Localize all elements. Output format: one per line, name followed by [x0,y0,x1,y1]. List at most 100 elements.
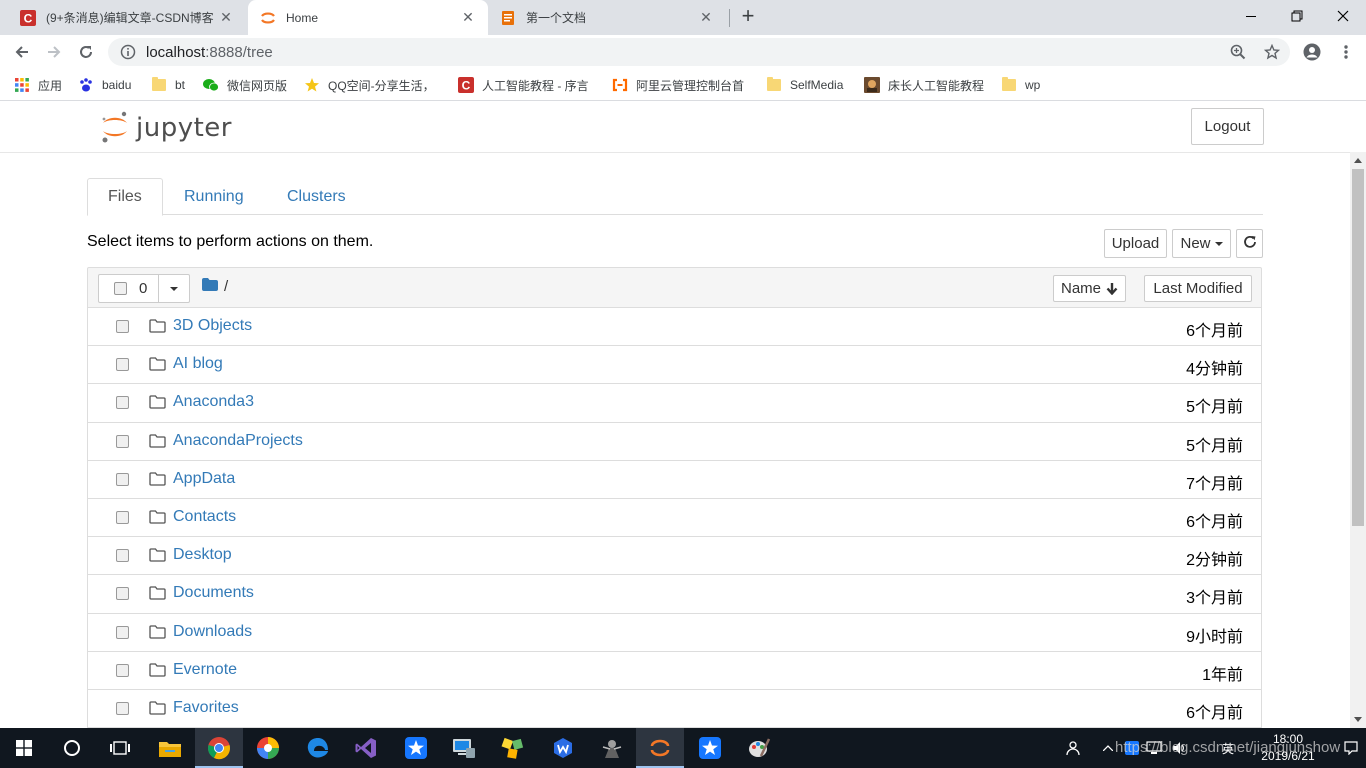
table-row[interactable]: Desktop 2分钟前 [87,537,1262,576]
folder-link[interactable]: AI blog [173,355,223,373]
table-row[interactable]: Evernote 1年前 [87,651,1262,690]
table-row[interactable]: Downloads 9小时前 [87,613,1262,652]
reload-icon[interactable] [73,39,99,65]
logout-button[interactable]: Logout [1191,108,1264,145]
windows-start-icon[interactable] [0,728,48,768]
file-explorer-icon[interactable] [146,728,194,768]
row-checkbox[interactable] [116,663,129,677]
row-checkbox[interactable] [116,701,129,715]
star-app-icon[interactable] [392,728,440,768]
bookmark-selfmedia[interactable]: SelfMedia [766,76,843,94]
bookmark-aliyun[interactable]: 阿里云管理控制台首 [612,76,750,94]
refresh-button[interactable] [1236,229,1263,258]
folder-link[interactable]: Contacts [173,508,236,526]
new-tab-button[interactable]: + [737,5,759,29]
folder-link[interactable]: 3D Objects [173,317,252,335]
scroll-up-icon[interactable] [1350,152,1366,168]
close-tab-icon[interactable]: ✕ [218,9,234,26]
table-row[interactable]: Anaconda3 5个月前 [87,384,1262,423]
browser-tab-document[interactable]: 第一个文档 ✕ [488,0,726,35]
row-checkbox[interactable] [116,472,129,486]
folder-link[interactable]: AnacondaProjects [173,432,303,450]
bookmark-ai-tutorial[interactable]: C 人工智能教程 - 序言 [458,76,594,94]
folder-link[interactable]: Anaconda3 [173,393,254,411]
zoom-icon[interactable] [1226,38,1250,66]
folder-link[interactable]: Downloads [173,623,252,641]
game-icon[interactable] [588,728,636,768]
table-row[interactable]: Documents 3个月前 [87,575,1262,614]
people-icon[interactable] [1066,728,1082,768]
bookmark-qzone[interactable]: QQ空间-分享生活， [304,76,442,94]
breadcrumb-root[interactable]: / [224,278,228,295]
menu-kebab-icon[interactable] [1333,39,1359,65]
row-checkbox[interactable] [116,510,129,524]
row-checkbox[interactable] [116,396,129,410]
visual-studio-icon[interactable] [342,728,390,768]
close-tab-icon[interactable]: ✕ [460,9,476,26]
puzzle-app-icon[interactable] [489,728,537,768]
bookmark-wp[interactable]: wp [1001,76,1040,94]
row-checkbox[interactable] [116,549,129,563]
tray-chevron-up-icon[interactable] [1103,728,1113,768]
tab-files[interactable]: Files [87,178,163,216]
bookmark-ai-course[interactable]: 床长人工智能教程 [864,76,984,94]
back-arrow-icon[interactable] [9,39,35,65]
folder-link[interactable]: AppData [173,470,235,488]
search-circle-icon[interactable] [48,728,96,768]
select-menu-button[interactable] [158,274,190,303]
bookmark-apps[interactable]: 应用 [14,76,62,94]
bookmark-wechat[interactable]: 微信网页版 [203,76,287,94]
paint-icon[interactable] [735,728,783,768]
tab-running[interactable]: Running [164,178,264,216]
new-dropdown-button[interactable]: New [1172,229,1231,258]
page-scrollbar[interactable] [1350,152,1366,728]
row-checkbox[interactable] [116,358,129,372]
notification-icon[interactable] [1344,728,1358,768]
select-all-checkbox[interactable] [114,282,127,295]
folder-link[interactable]: Favorites [173,699,239,717]
table-row[interactable]: Favorites 6个月前 [87,689,1262,728]
bookmark-baidu[interactable]: baidu [78,76,131,94]
close-tab-icon[interactable]: ✕ [698,9,714,26]
folder-link[interactable]: Desktop [173,546,232,564]
browser-tab-csdn[interactable]: C (9+条消息)编辑文章-CSDN博客 ✕ [8,0,246,35]
row-checkbox[interactable] [116,434,129,448]
profile-avatar-icon[interactable] [1299,39,1325,65]
bookmark-star-icon[interactable] [1260,38,1284,66]
select-all-checkbox-button[interactable]: 0 [98,274,159,303]
wps-icon[interactable] [539,728,587,768]
sort-name-button[interactable]: Name [1053,275,1126,302]
forward-arrow-icon[interactable] [41,39,67,65]
restore-icon[interactable] [1274,0,1320,32]
info-icon[interactable] [120,44,136,60]
row-checkbox[interactable] [116,587,129,601]
chrome-icon[interactable] [195,728,243,768]
jupyter-logo[interactable]: jupyter [100,110,232,146]
remote-desktop-icon[interactable] [440,728,488,768]
pinwheel-icon[interactable] [244,728,292,768]
table-row[interactable]: AppData 7个月前 [87,460,1262,499]
folder-link[interactable]: Documents [173,584,254,602]
scroll-down-icon[interactable] [1350,712,1366,728]
upload-button[interactable]: Upload [1104,229,1167,258]
tab-clusters[interactable]: Clusters [267,178,366,216]
jupyter-icon[interactable] [636,728,684,768]
table-row[interactable]: AI blog 4分钟前 [87,346,1262,385]
close-window-icon[interactable] [1320,0,1366,32]
scrollbar-thumb[interactable] [1352,169,1364,526]
table-row[interactable]: AnacondaProjects 5个月前 [87,422,1262,461]
edge-icon[interactable] [294,728,342,768]
folder-link[interactable]: Evernote [173,661,237,679]
table-row[interactable]: Contacts 6个月前 [87,498,1262,538]
table-row[interactable]: 3D Objects 6个月前 [87,308,1262,347]
address-bar[interactable]: localhost:8888/tree [108,38,1290,66]
row-checkbox[interactable] [116,625,129,639]
row-checkbox[interactable] [116,320,129,333]
browser-tab-home[interactable]: Home ✕ [248,0,488,35]
bookmark-bt[interactable]: bt [151,76,185,94]
sort-modified-button[interactable]: Last Modified [1144,275,1252,302]
minimize-icon[interactable] [1228,0,1274,32]
task-view-icon[interactable] [96,728,144,768]
star-app-2-icon[interactable] [686,728,734,768]
home-folder-icon[interactable] [202,278,218,295]
